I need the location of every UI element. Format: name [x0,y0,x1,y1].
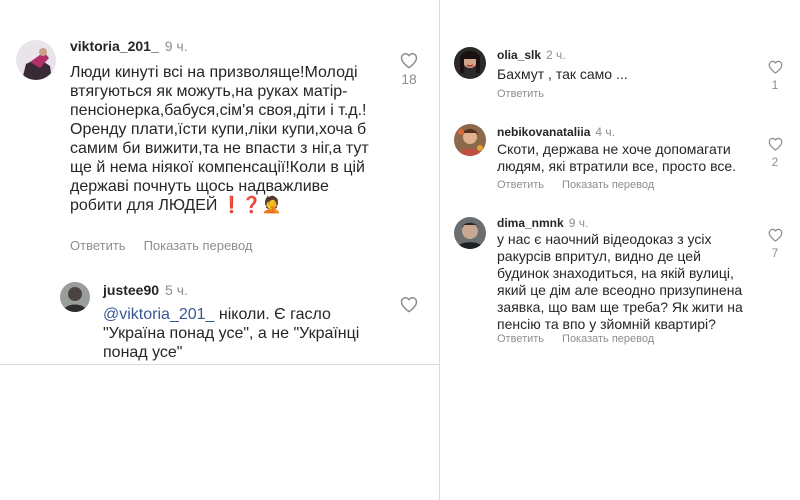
like-count: 2 [771,155,779,169]
like-button[interactable]: 18 [396,52,422,87]
like-count: 18 [401,71,417,87]
heart-outline-icon[interactable] [768,228,783,242]
comment-text: @viktoria_201_ ніколи. Є гасло "Україна … [103,305,388,362]
comment-username[interactable]: viktoria_201_ [70,38,159,54]
comment-text: у нас є наочний відеодоказ з усіх ракурс… [497,231,743,332]
comment-username[interactable]: dima_nmnk [497,216,564,230]
reply-button[interactable]: Ответить [497,88,544,100]
show-translation-button[interactable]: Показать перевод [144,238,253,253]
reply-button[interactable]: Ответить [497,333,544,345]
mention-link[interactable]: @viktoria_201_ [103,306,214,323]
section-divider [0,364,439,365]
like-count: 1 [771,78,779,92]
comment-username[interactable]: olia_slk [497,48,541,62]
comment-time: 9 ч. [164,38,188,54]
comment-text: Скоти, держава не хоче допомагати людям,… [497,141,737,174]
reply-button[interactable]: Ответить [70,238,126,253]
avatar[interactable] [60,282,90,312]
comment-username[interactable]: nebikovanataliia [497,125,590,139]
like-button[interactable] [396,296,422,313]
comment-dima: dima_nmnk 9 ч. у нас є наочний відеодоказ… [440,208,800,353]
comment-time: 5 ч. [165,282,188,298]
comment-time: 9 ч. [568,216,589,230]
comment-time: 2 ч. [546,48,566,62]
reply-button[interactable]: Ответить [497,179,544,191]
comment-viktoria: viktoria_201_ 9 ч. Люди кинуті всі на при… [0,0,439,260]
comment-olia: olia_slk 2 ч. Бахмут , так само ... Ответ… [440,40,800,105]
comment-username[interactable]: justee90 [103,282,159,298]
reply-justee90: justee90 5 ч. @viktoria_201_ ніколи. Є га… [0,270,439,364]
comment-nebikova: nebikovanataliia 4 ч. Скоти, держава не х… [440,117,800,197]
avatar[interactable] [16,40,56,80]
like-button[interactable]: 1 [765,60,785,92]
comment-text: Люди кинуті всі на призволяще!Молоді втя… [70,64,369,214]
avatar[interactable] [454,217,486,249]
avatar[interactable] [454,47,486,79]
avatar[interactable] [454,124,486,156]
comment-time: 4 ч. [595,125,615,139]
heart-outline-icon[interactable] [768,137,783,151]
like-count: 7 [771,246,779,260]
heart-outline-icon[interactable] [400,296,418,313]
comment-text: Бахмут , так само ... [497,66,628,82]
like-button[interactable]: 7 [765,228,785,260]
like-button[interactable]: 2 [765,137,785,169]
show-translation-button[interactable]: Показать перевод [562,179,654,191]
show-translation-button[interactable]: Показать перевод [562,333,654,345]
heart-outline-icon[interactable] [400,52,418,69]
heart-outline-icon[interactable] [768,60,783,74]
